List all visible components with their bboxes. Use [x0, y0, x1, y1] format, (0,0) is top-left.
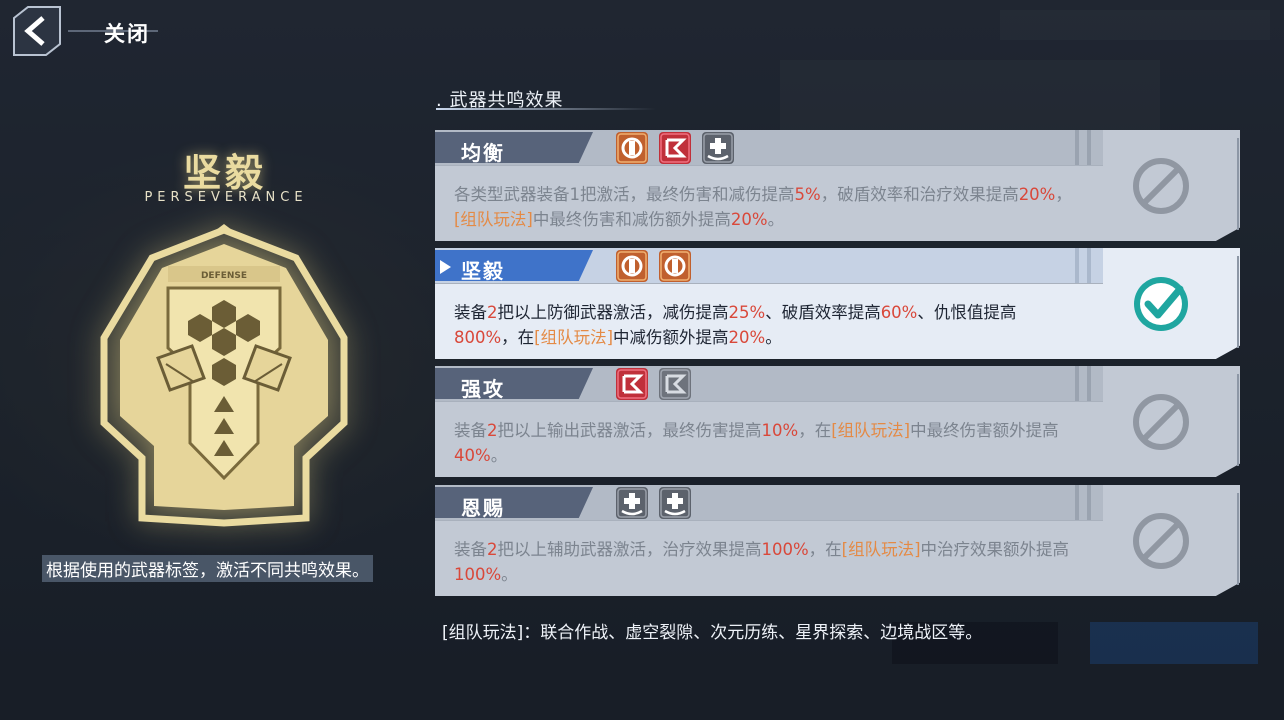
description-segment: 。 [501, 565, 518, 584]
card-description: 装备2把以上防御武器激活，减伤提高25%、破盾效率提高60%、仇恨值提高 800%… [454, 300, 1074, 350]
card-divider-line [435, 283, 1103, 284]
description-segment: 、破盾效率提高 [765, 303, 881, 322]
defense-emblem-icon: DEFENSE [100, 224, 348, 527]
description-segment: ，破盾效率和治疗效果提高 [820, 185, 1019, 204]
description-segment: 。 [767, 210, 785, 229]
attack-weapon-icon [616, 368, 648, 400]
description-segment: 。 [765, 328, 782, 347]
card-name: 强攻 [461, 377, 505, 401]
description-segment: 把以上辅助武器激活，治疗效果提高 [497, 540, 762, 559]
description-segment: 100% [761, 540, 809, 559]
inactive-icon [1130, 510, 1192, 572]
back-arrow-icon [13, 6, 61, 56]
resonance-title: 坚毅 [182, 151, 267, 195]
card-corner-decoration [1225, 493, 1239, 585]
close-label[interactable]: 关闭 [104, 18, 150, 48]
description-segment: ，在 [501, 328, 535, 347]
description-segment: 10% [761, 421, 799, 440]
description-segment: 中治疗效果额外提高 [920, 540, 1070, 559]
card-name: 坚毅 [461, 259, 505, 283]
description-segment: 100% [454, 565, 502, 584]
card-header-divider [1087, 366, 1091, 401]
card-corner-decoration [1225, 374, 1239, 466]
emblem-badge-text: DEFENSE [201, 271, 247, 281]
description-segment: [组队玩法] [841, 540, 921, 559]
card-description: 装备2把以上辅助武器激活，治疗效果提高100%，在[组队玩法]中治疗效果额外提高… [454, 537, 1074, 587]
description-segment: 20% [730, 210, 768, 229]
support-weapon-icon [702, 132, 734, 164]
inactive-icon [1130, 391, 1192, 453]
description-segment: 中最终伤害和减伤额外提高 [532, 210, 731, 229]
check-icon [1130, 273, 1192, 335]
description-segment: 中最终伤害额外提高 [910, 421, 1059, 440]
description-segment: 2 [487, 303, 498, 322]
description-segment: 5% [794, 185, 821, 204]
support-weapon-icon [616, 487, 648, 519]
back-button[interactable] [6, 4, 64, 58]
card-name-tab: 均衡 [435, 132, 593, 163]
description-segment: 60% [880, 303, 918, 322]
inactive-icon [1130, 155, 1192, 217]
card-header-divider [1075, 366, 1079, 401]
resonance-card-perseverance[interactable]: 坚毅装备2把以上防御武器激活，减伤提高25%、破盾效率提高60%、仇恨值提高 80… [435, 248, 1240, 359]
resonance-description: 根据使用的武器标签，激活不同共鸣效果。 [42, 555, 373, 582]
card-header-divider [1075, 248, 1079, 283]
description-segment: 。 [490, 446, 508, 465]
description-segment: 把以上输出武器激活，最终伤害提高 [497, 421, 762, 440]
card-header-divider [1087, 485, 1091, 520]
card-description: 各类型武器装备1把激活，最终伤害和减伤提高5%，破盾效率和治疗效果提高20%，[… [454, 182, 1074, 232]
description-segment: [组队玩法] [534, 328, 614, 347]
description-segment: ，在 [798, 421, 832, 440]
card-corner-decoration [1225, 256, 1239, 348]
card-header-divider [1087, 248, 1091, 283]
card-name-tab: 坚毅 [435, 250, 593, 281]
card-header-divider [1075, 485, 1079, 520]
description-segment: 把以上防御武器激活，减伤提高 [497, 303, 729, 322]
description-segment: 中减伤额外提高 [613, 328, 729, 347]
description-segment: 2 [487, 421, 498, 440]
card-name: 均衡 [461, 141, 505, 165]
resonance-card-balance[interactable]: 均衡 各类型武器装备1把激活，最终伤害和减伤提高5%，破盾效率和治疗效果提高20%… [435, 130, 1240, 241]
resonance-card-assault[interactable]: 强攻装备2把以上输出武器激活，最终伤害提高10%，在[组队玩法]中最终伤害额外提… [435, 366, 1240, 477]
card-header-divider [1087, 130, 1091, 165]
description-segment: 800% [454, 328, 502, 347]
description-segment: ，在 [808, 540, 842, 559]
description-segment: 、仇恨值提高 [917, 303, 1017, 322]
card-header-divider [1075, 130, 1079, 165]
description-segment: 装备 [454, 421, 487, 440]
defense-weapon-icon [616, 132, 648, 164]
attack-weapon-icon [659, 132, 691, 164]
description-segment: 25% [728, 303, 766, 322]
card-name-tab: 强攻 [435, 368, 593, 399]
background-button [1090, 622, 1258, 664]
defense-weapon-icon [616, 250, 648, 282]
support-weapon-icon [659, 487, 691, 519]
description-segment: 装备 [454, 540, 487, 559]
card-divider-line [435, 520, 1103, 521]
description-segment: 装备 [454, 303, 487, 322]
card-divider-line [435, 401, 1103, 402]
card-name-tab: 恩赐 [435, 487, 593, 518]
defense-weapon-icon [659, 250, 691, 282]
section-underline [436, 108, 656, 110]
description-segment: 20% [1018, 185, 1056, 204]
description-segment: 各类型武器装备1把激活，最终伤害和减伤提高 [454, 185, 795, 204]
card-corner-decoration [1225, 138, 1239, 230]
team-mode-footnote: [组队玩法]：联合作战、虚空裂隙、次元历练、星界探索、边境战区等。 [442, 623, 983, 643]
description-segment: [组队玩法] [831, 421, 911, 440]
description-segment: [组队玩法] [454, 210, 533, 229]
selected-arrow-icon [440, 260, 451, 274]
card-name: 恩赐 [461, 496, 505, 520]
description-segment: 20% [728, 328, 766, 347]
resonance-subtitle: PERSEVERANCE [144, 190, 308, 205]
attack-weapon-icon-grey [659, 368, 691, 400]
description-segment: ， [1055, 185, 1072, 204]
card-description: 装备2把以上输出武器激活，最终伤害提高10%，在[组队玩法]中最终伤害额外提高 4… [454, 418, 1074, 468]
card-divider-line [435, 165, 1103, 166]
resonance-card-blessing[interactable]: 恩赐 装备2把以上辅助武器激活，治疗效果提高100%，在[组队玩法]中治疗效果额外… [435, 485, 1240, 596]
description-segment: 40% [454, 446, 491, 465]
description-segment: 2 [487, 540, 498, 559]
